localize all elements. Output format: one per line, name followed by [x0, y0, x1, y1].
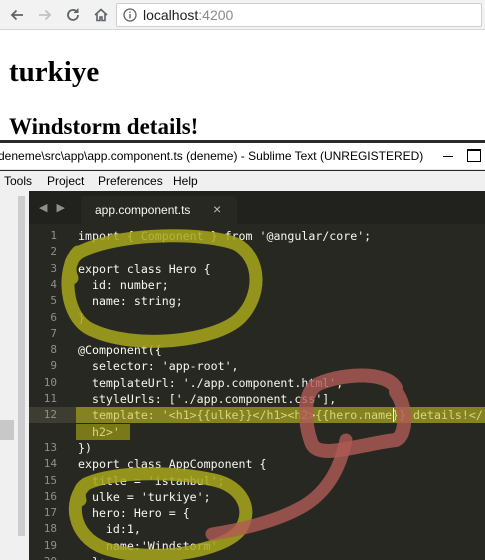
- code-line[interactable]: 1 import { Component } from '@angular/cor…: [29, 228, 485, 244]
- code-text: }: [78, 310, 85, 325]
- menu-project[interactable]: Project: [47, 174, 84, 188]
- code-text: id: number;: [78, 277, 169, 292]
- code-text: name: string;: [78, 294, 183, 309]
- line-number: 14: [43, 457, 57, 471]
- url-port: :4200: [198, 7, 234, 23]
- line-selection-highlight-wrap: [76, 423, 130, 440]
- menu-preferences[interactable]: Preferences: [98, 174, 163, 188]
- code-text: import { Component } from '@angular/core…: [78, 229, 372, 243]
- window-titlebar[interactable]: deneme\src\app\app.component.ts (deneme)…: [0, 143, 485, 170]
- forward-arrow-icon[interactable]: [34, 4, 56, 26]
- code-line[interactable]: 9 selector: 'app-root',: [29, 358, 485, 374]
- line-number: 5: [50, 294, 57, 308]
- tab-app-component[interactable]: app.component.ts ×: [81, 196, 237, 224]
- code-line[interactable]: 10 templateUrl: './app.component.html',: [29, 375, 485, 391]
- sidebar-strip: [0, 191, 29, 560]
- code-line[interactable]: 15 title = 'istanbul';: [29, 473, 485, 489]
- code-line[interactable]: 7: [29, 326, 485, 342]
- tab-label: app.component.ts: [95, 203, 191, 217]
- window-title: deneme\src\app\app.component.ts (deneme)…: [0, 149, 424, 163]
- code-area[interactable]: 1 import { Component } from '@angular/cor…: [29, 228, 485, 560]
- tab-bar: ◀ ▶ app.component.ts ×: [29, 191, 485, 224]
- url-host: localhost: [143, 7, 199, 23]
- code-text: styleUrls: ['./app.component.css'],: [78, 392, 337, 406]
- maximize-icon[interactable]: [467, 149, 481, 162]
- line-number: 3: [50, 261, 57, 275]
- code-text: };: [78, 554, 106, 560]
- line-number: 2: [50, 245, 57, 259]
- info-icon[interactable]: [123, 8, 137, 22]
- code-text: export class Hero {: [78, 261, 211, 276]
- sidebar-scrollbar[interactable]: [18, 196, 25, 536]
- code-line[interactable]: 6}: [29, 310, 485, 326]
- code-line[interactable]: 3 export class Hero {: [29, 261, 485, 277]
- url-text: localhost:4200: [143, 7, 233, 23]
- line-number: 11: [43, 392, 57, 405]
- line-number: 17: [43, 506, 57, 520]
- code-text: id:1,: [78, 522, 141, 537]
- line-number: 16: [43, 489, 57, 503]
- line-number: 6: [50, 310, 57, 324]
- line-number: 15: [43, 473, 57, 487]
- line-number: 8: [50, 343, 57, 357]
- code-line[interactable]: 4 id: number;: [29, 277, 485, 293]
- line-number: 13: [43, 440, 57, 454]
- code-line[interactable]: 8 @Component({: [29, 342, 485, 358]
- code-line[interactable]: 13}): [29, 440, 485, 456]
- reload-icon[interactable]: [62, 4, 84, 26]
- tab-scroll-arrows-icon[interactable]: ◀ ▶: [39, 201, 68, 214]
- text-cursor: [393, 408, 394, 423]
- line-number: 9: [50, 359, 57, 373]
- code-text: export class AppComponent {: [78, 457, 267, 472]
- code-text: templateUrl: './app.component.html',: [78, 375, 344, 390]
- code-line[interactable]: 18 id:1,: [29, 521, 485, 537]
- code-text: title = 'istanbul';: [78, 473, 225, 488]
- line-number: 1: [50, 229, 57, 242]
- code-text: }): [78, 440, 92, 455]
- line-number: 18: [43, 522, 57, 536]
- line-number: 4: [50, 277, 57, 291]
- code-text: @Component({: [78, 343, 162, 358]
- menu-bar: Tools Project Preferences Help: [0, 171, 485, 191]
- code-text: ulke = 'turkiye';: [78, 489, 211, 504]
- line-selection-highlight: [76, 407, 485, 424]
- line-number: 7: [50, 326, 57, 340]
- code-line[interactable]: 2: [29, 244, 485, 260]
- sidebar-scroll-thumb[interactable]: [0, 420, 14, 440]
- code-line[interactable]: 19 name:'Windstorm': [29, 538, 485, 554]
- line-number: 19: [43, 538, 57, 552]
- home-icon[interactable]: [90, 4, 112, 26]
- browser-toolbar: localhost:4200: [0, 0, 485, 30]
- editor-pane[interactable]: ◀ ▶ app.component.ts × 1 import { Compone…: [29, 191, 485, 560]
- page-subheading: Windstorm details!: [9, 114, 199, 139]
- page-heading: turkiye: [9, 56, 100, 88]
- code-text: hero: Hero = {: [78, 506, 190, 521]
- code-line[interactable]: 16 ulke = 'turkiye';: [29, 489, 485, 505]
- line-number: 12: [43, 408, 57, 422]
- sublime-window: deneme\src\app\app.component.ts (deneme)…: [0, 140, 485, 560]
- code-line[interactable]: 11 styleUrls: ['./app.component.css'],: [29, 391, 485, 407]
- line-number: 20: [29, 554, 57, 560]
- code-line[interactable]: 20 };: [29, 554, 485, 560]
- menu-tools[interactable]: Tools: [4, 174, 32, 188]
- code-text: selector: 'app-root',: [78, 359, 239, 374]
- code-line[interactable]: 5 name: string;: [29, 293, 485, 309]
- minimize-icon[interactable]: [443, 156, 453, 157]
- back-arrow-icon[interactable]: [6, 4, 28, 26]
- address-bar[interactable]: localhost:4200: [116, 3, 482, 27]
- code-text: name:'Windstorm': [78, 538, 218, 553]
- menu-help[interactable]: Help: [173, 174, 198, 188]
- code-line[interactable]: 17 hero: Hero = {: [29, 505, 485, 521]
- line-number: 10: [43, 375, 57, 389]
- close-icon[interactable]: ×: [213, 201, 221, 217]
- code-line[interactable]: 14 export class AppComponent {: [29, 456, 485, 472]
